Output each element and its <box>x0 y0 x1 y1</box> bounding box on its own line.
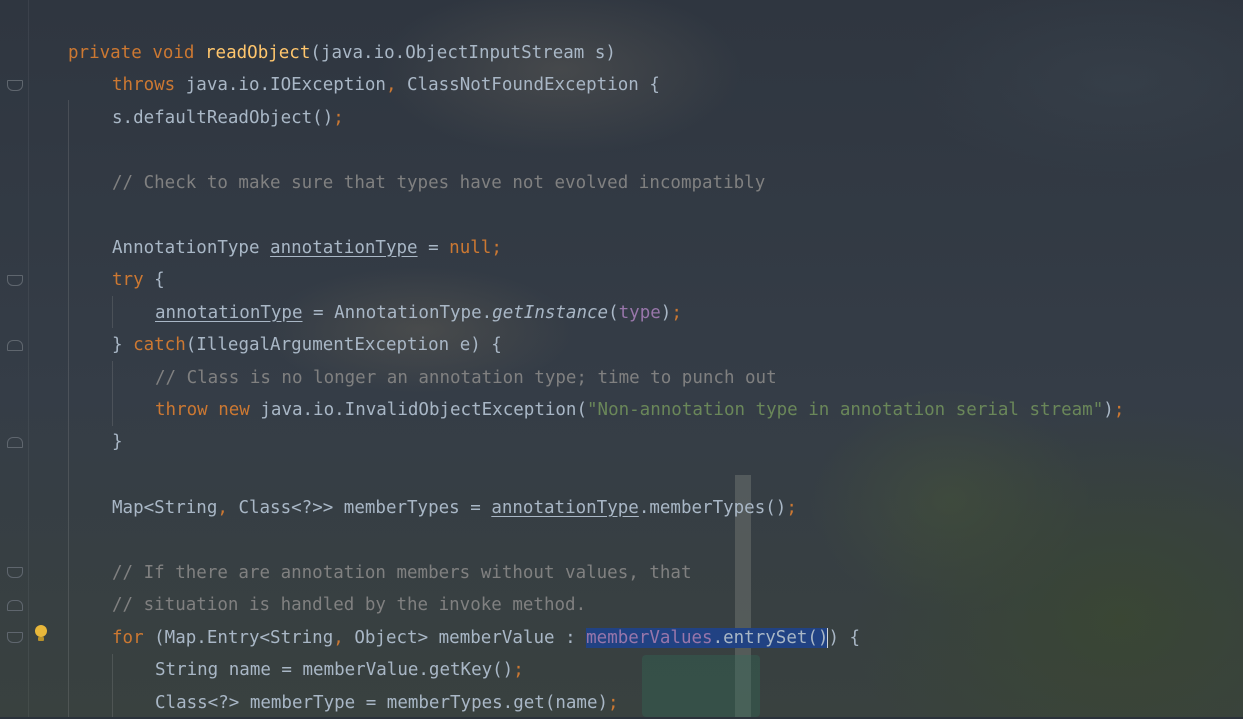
code-token: readObject <box>205 43 311 63</box>
code-token: Class<?>> memberTypes = <box>227 498 492 518</box>
code-token: "Non-annotation type in annotation seria… <box>587 400 1104 420</box>
code-line[interactable]: } catch(IllegalArgumentException e) { <box>112 329 502 361</box>
indent-guide <box>112 654 113 717</box>
gutter-separator <box>28 0 29 717</box>
code-token: ( <box>608 303 619 323</box>
code-token: ; <box>671 303 682 323</box>
code-line[interactable]: throw new java.io.InvalidObjectException… <box>155 394 1124 426</box>
code-line[interactable]: } <box>112 426 123 458</box>
code-token: annotationType <box>491 498 639 518</box>
code-token: getInstance <box>492 303 609 323</box>
lightbulb-intention-icon[interactable] <box>34 625 48 643</box>
code-token: (java.io.ObjectInputStream s) <box>310 43 616 63</box>
code-token: annotationType <box>155 303 303 323</box>
code-token: annotationType <box>270 238 418 258</box>
code-line[interactable]: Map<String, Class<?>> memberTypes = anno… <box>112 492 797 524</box>
fold-marker-icon[interactable] <box>7 275 23 286</box>
code-token: String name = memberValue.getKey() <box>155 660 514 680</box>
code-token: = <box>417 238 450 258</box>
fold-marker-icon[interactable] <box>7 567 23 578</box>
code-token: // Check to make sure that types have no… <box>112 173 766 193</box>
code-token: new <box>218 400 250 420</box>
code-token: // situation is handled by the invoke me… <box>112 595 587 615</box>
code-token: { <box>143 270 165 290</box>
indent-guide <box>68 100 69 717</box>
code-token: (Map.Entry<String <box>143 628 334 648</box>
code-token: type <box>618 303 661 323</box>
code-line[interactable]: // Check to make sure that types have no… <box>112 167 765 199</box>
code-token: Object> memberValue : <box>343 628 587 648</box>
code-token: } <box>112 432 123 452</box>
code-line[interactable]: Class<?> memberType = memberTypes.get(na… <box>155 687 619 719</box>
fold-marker-icon[interactable] <box>7 632 23 643</box>
code-token: ; <box>333 108 344 128</box>
code-token: for <box>112 628 144 648</box>
code-token: ; <box>513 660 524 680</box>
code-token: ) { <box>828 628 861 648</box>
code-line[interactable]: annotationType = AnnotationType.getInsta… <box>155 297 682 329</box>
code-token: Class<?> memberType = memberTypes.get(na… <box>155 693 609 713</box>
code-token: .memberTypes() <box>638 498 787 518</box>
fold-marker-icon[interactable] <box>7 437 23 448</box>
code-token: ; <box>608 693 619 713</box>
wallpaper-sign <box>642 655 760 717</box>
code-token: ; <box>491 238 502 258</box>
code-token: } <box>112 335 134 355</box>
code-token: (IllegalArgumentException e) { <box>185 335 502 355</box>
code-token: void <box>152 43 195 63</box>
code-token: Map<String <box>112 498 218 518</box>
code-token: throw <box>155 400 208 420</box>
code-token: ; <box>1113 400 1125 420</box>
code-token: // Class is no longer an annotation type… <box>155 368 777 388</box>
code-line[interactable]: try { <box>112 264 165 296</box>
code-token: try <box>112 270 144 290</box>
code-token: , <box>333 628 344 648</box>
code-token: ; <box>786 498 797 518</box>
code-token: .entrySet() <box>712 628 829 648</box>
fold-marker-icon[interactable] <box>7 600 23 611</box>
code-token: java.io.InvalidObjectException( <box>249 400 587 420</box>
code-line[interactable]: for (Map.Entry<String, Object> memberVal… <box>112 622 860 654</box>
code-line[interactable]: // If there are annotation members witho… <box>112 557 691 589</box>
code-line[interactable]: // Class is no longer an annotation type… <box>155 362 777 394</box>
code-token: private <box>68 43 142 63</box>
code-line[interactable]: String name = memberValue.getKey(); <box>155 654 524 686</box>
code-token: = AnnotationType. <box>302 303 493 323</box>
code-token: AnnotationType <box>112 238 271 258</box>
code-line[interactable]: throws java.io.IOException, ClassNotFoun… <box>112 69 660 101</box>
code-line[interactable]: private void readObject(java.io.ObjectIn… <box>68 37 616 69</box>
fold-marker-icon[interactable] <box>7 340 23 351</box>
code-line[interactable]: AnnotationType annotationType = null; <box>112 232 502 264</box>
code-token: , <box>385 75 397 95</box>
code-token: throws <box>112 75 176 95</box>
indent-guide <box>112 296 113 328</box>
code-line[interactable]: s.defaultReadObject(); <box>112 102 344 134</box>
code-token: memberValues <box>586 628 713 648</box>
code-token: catch <box>133 335 186 355</box>
indent-guide <box>112 361 113 426</box>
code-token: s.defaultReadObject() <box>112 108 334 128</box>
code-line[interactable]: // situation is handled by the invoke me… <box>112 589 586 621</box>
fold-marker-icon[interactable] <box>7 80 23 91</box>
code-token: java.io.IOException <box>175 75 386 95</box>
code-token: // If there are annotation members witho… <box>112 563 692 583</box>
code-token: , <box>217 498 228 518</box>
code-token: ClassNotFoundException { <box>396 75 660 95</box>
code-token: ) <box>660 303 672 323</box>
code-token: ) <box>1103 400 1114 420</box>
code-token: null <box>449 238 492 258</box>
editor-gutter[interactable] <box>0 0 28 717</box>
